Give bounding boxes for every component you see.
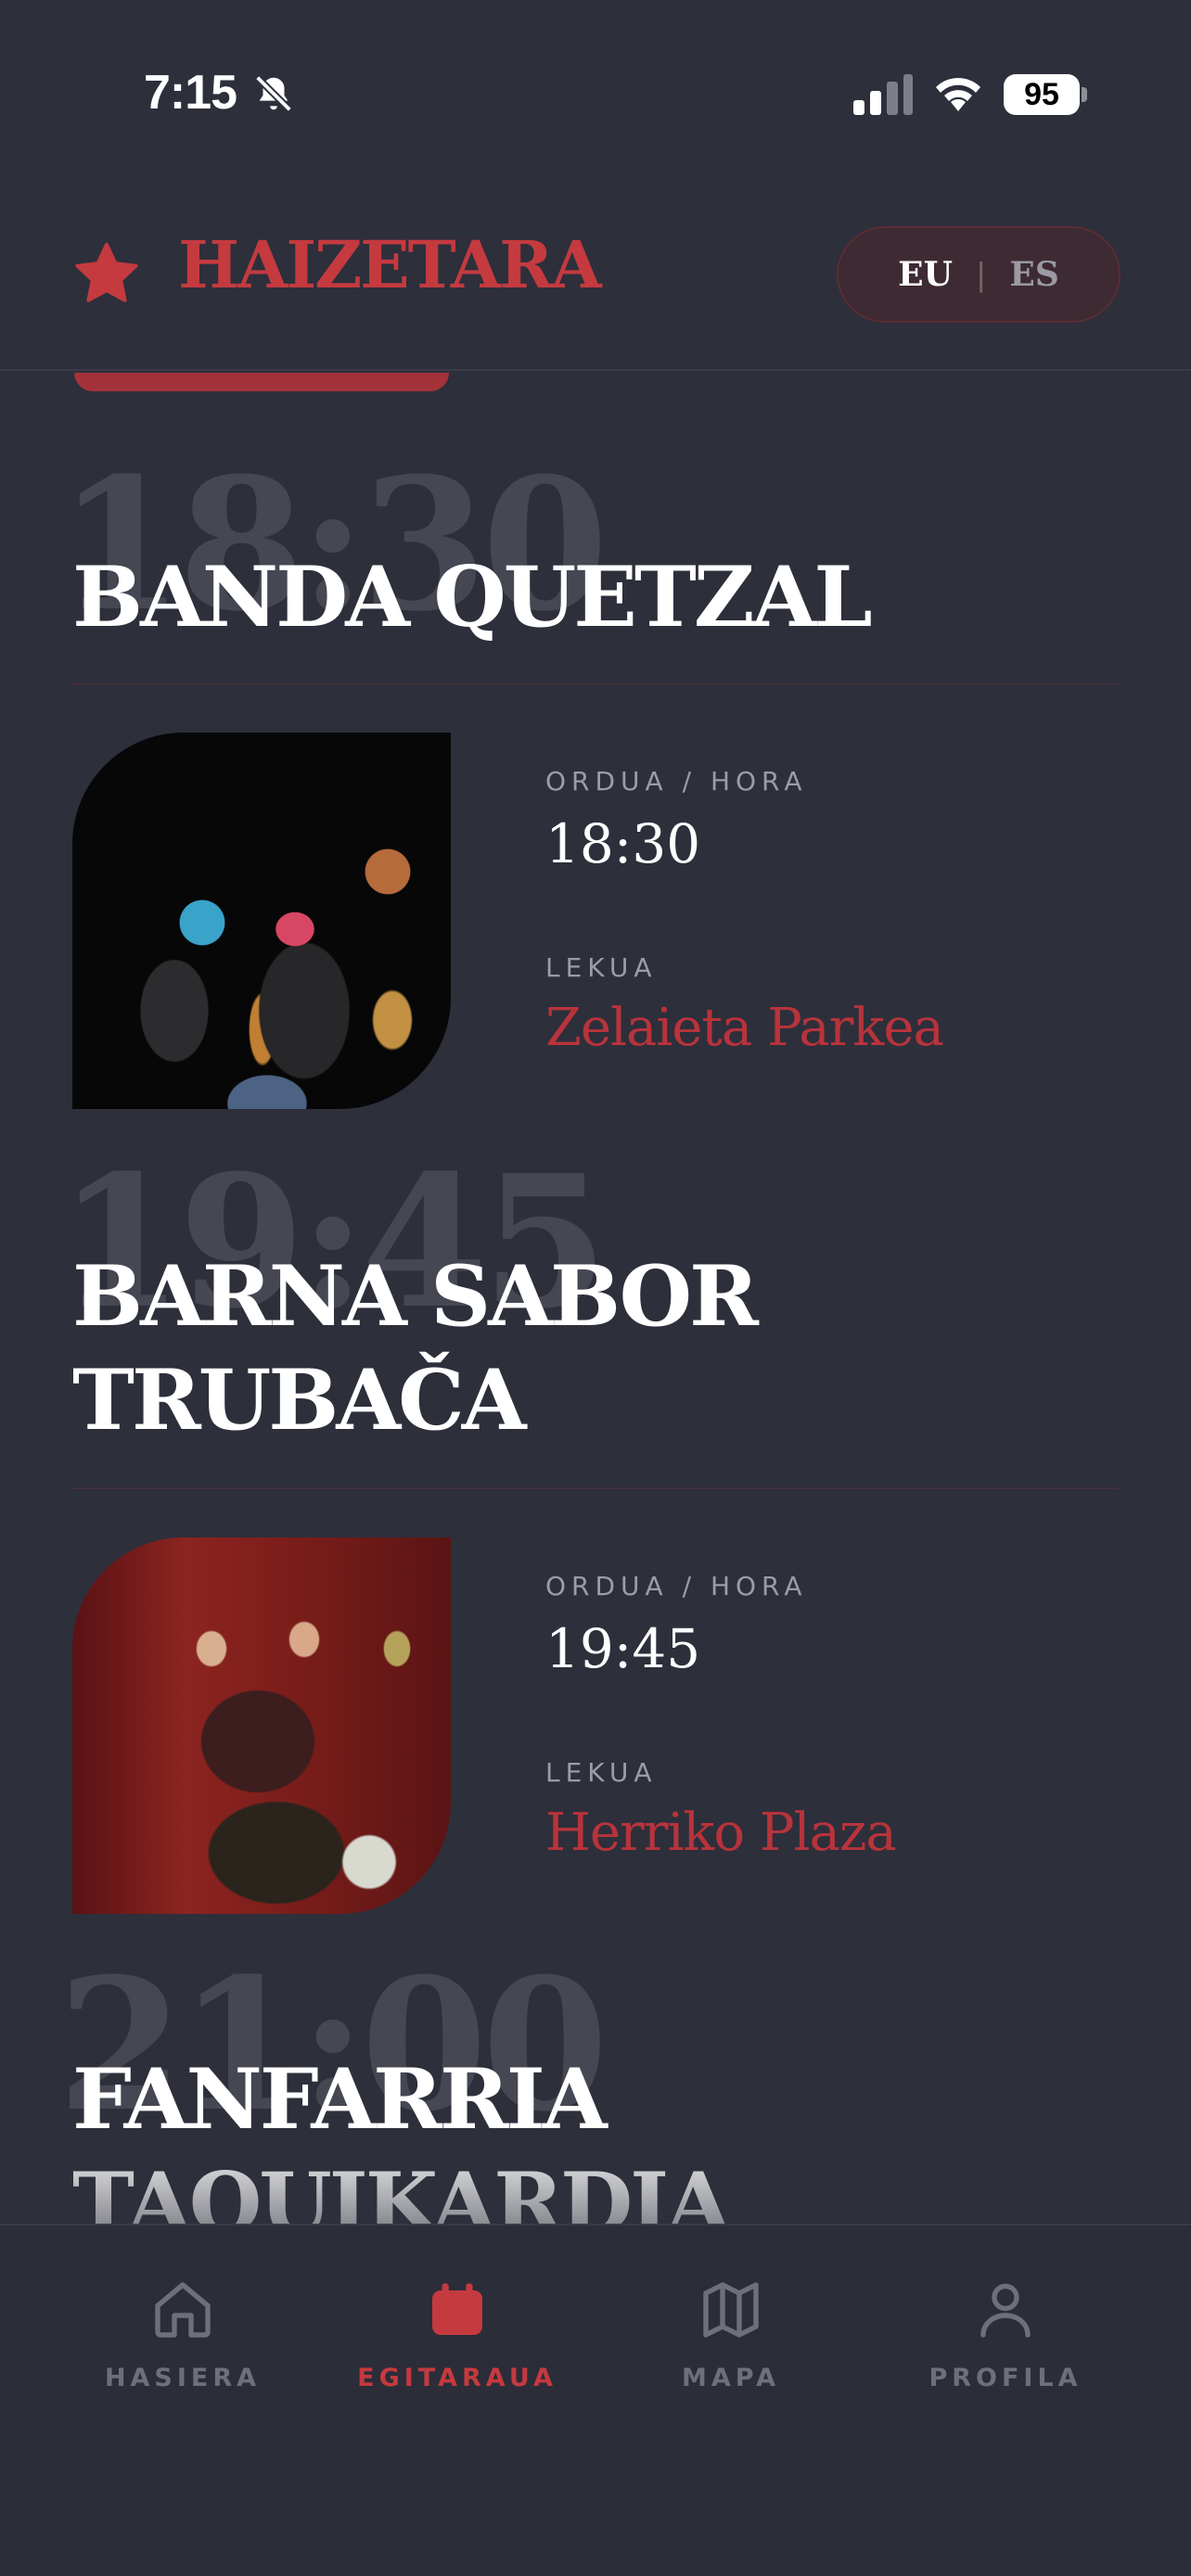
- language-switch[interactable]: EU | ES: [837, 226, 1121, 323]
- event-title-line: FANFARRIA: [72, 2050, 608, 2149]
- time-label: ORDUA / HORA: [545, 766, 808, 797]
- scrolled-date-pill[interactable]: [74, 373, 449, 391]
- event-venue-link[interactable]: Zelaieta Parkea: [545, 998, 944, 1058]
- language-option-eu[interactable]: EU: [898, 255, 953, 294]
- user-icon: [980, 2283, 1031, 2338]
- language-option-es[interactable]: ES: [1009, 255, 1058, 294]
- bell-slash-icon: [255, 75, 292, 112]
- event-title[interactable]: BARNA SABOR TRUBAČA: [72, 1244, 1121, 1452]
- status-time: 7:15: [144, 66, 237, 120]
- battery-icon: 95: [1004, 74, 1080, 115]
- venue-label: LEKUA: [545, 1757, 658, 1788]
- time-label: ORDUA / HORA: [545, 1571, 808, 1601]
- app-logo[interactable]: HAIZETARA: [178, 226, 602, 303]
- star-icon: [75, 242, 138, 302]
- venue-label: LEKUA: [545, 952, 658, 983]
- nav-item-hasiera[interactable]: HASIERA: [53, 2276, 313, 2416]
- event-photo[interactable]: [72, 733, 451, 1109]
- status-bar: 7:15 95: [0, 0, 1191, 185]
- cellular-signal-icon: [853, 74, 913, 115]
- event-title-line: TRUBAČA: [72, 1351, 527, 1449]
- nav-label: HASIERA: [104, 2364, 262, 2392]
- nav-item-mapa[interactable]: MAPA: [601, 2276, 861, 2416]
- nav-label: PROFILA: [928, 2364, 1082, 2392]
- nav-label: MAPA: [682, 2364, 780, 2392]
- event-time: 18:30: [545, 812, 701, 875]
- nav-item-egitaraua[interactable]: EGITARAUA: [327, 2276, 587, 2416]
- event-title-line: BARNA SABOR: [72, 1247, 759, 1345]
- calendar-icon: [432, 2283, 482, 2335]
- battery-nub: [1082, 87, 1087, 102]
- event-venue-link[interactable]: Herriko Plaza: [545, 1803, 897, 1863]
- event-divider: [72, 683, 1119, 685]
- home-icon: [155, 2282, 211, 2338]
- nav-item-profila[interactable]: PROFILA: [876, 2276, 1135, 2416]
- event-divider: [72, 1487, 1119, 1489]
- bottom-navigation: HASIERA EGITARAUA MAPA PROFILA: [0, 2224, 1191, 2576]
- map-icon: [703, 2282, 759, 2338]
- nav-label: EGITARAUA: [357, 2364, 557, 2392]
- language-separator: |: [977, 255, 986, 293]
- event-photo[interactable]: [72, 1537, 451, 1914]
- event-time: 19:45: [545, 1617, 701, 1680]
- wifi-icon: [936, 78, 980, 111]
- event-title[interactable]: BANDA QUETZAL: [72, 545, 1121, 649]
